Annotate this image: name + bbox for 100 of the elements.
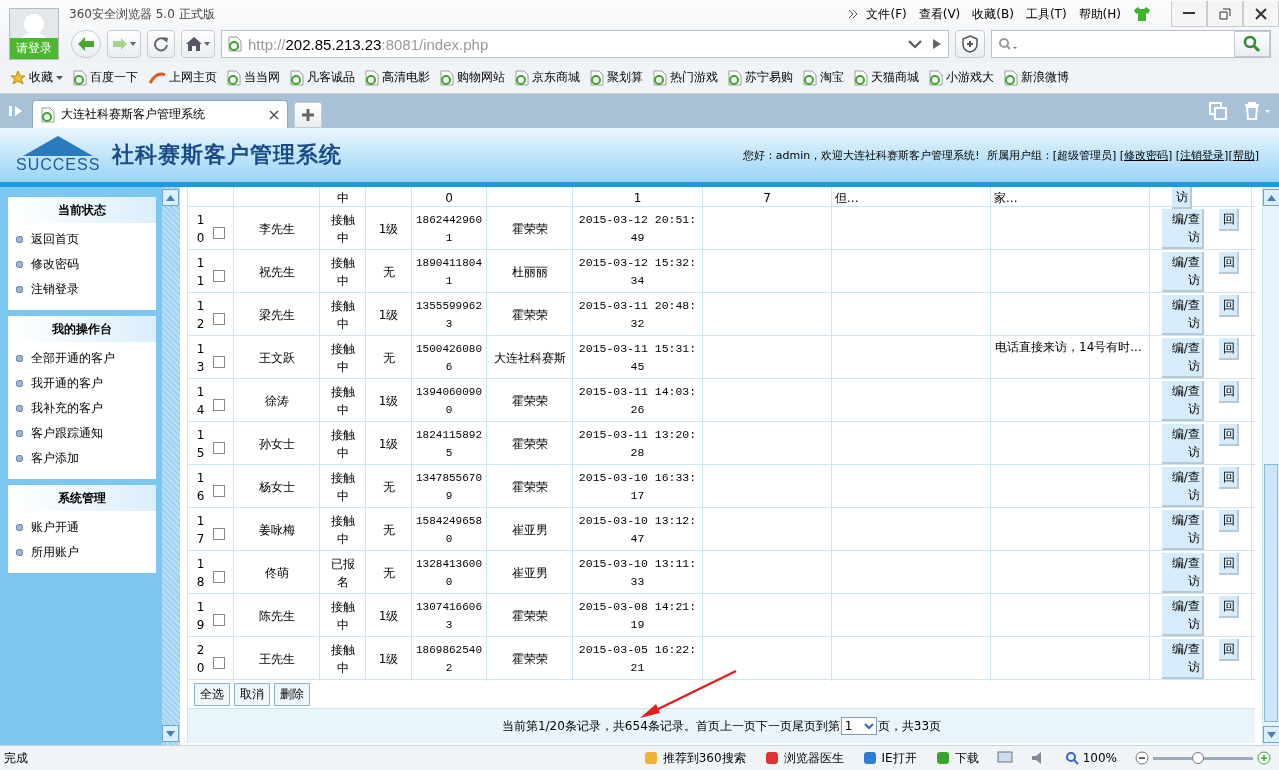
bookmark-link[interactable]: 新浪微博 (1004, 69, 1069, 86)
visit-button[interactable]: 回 (1219, 209, 1240, 231)
scroll-up-icon[interactable] (166, 194, 175, 201)
shield-button[interactable] (955, 30, 985, 58)
menu-item[interactable]: 收藏(B) (972, 5, 1014, 23)
visit-button[interactable]: 回 (1219, 381, 1240, 403)
edit-view-button[interactable]: 编/查访 (1161, 510, 1204, 550)
scroll-down-button[interactable] (162, 725, 179, 742)
bookmark-link[interactable]: 当当网 (227, 69, 280, 86)
visit-button[interactable]: 回 (1219, 295, 1240, 317)
close-button[interactable] (1243, 1, 1279, 27)
bookmark-link[interactable]: 高清电影 (365, 69, 430, 86)
page-select[interactable]: 1 (840, 717, 877, 735)
scroll-up-button[interactable] (1262, 189, 1279, 206)
bookmark-link[interactable]: 天猫商城 (854, 69, 919, 86)
shirt-icon[interactable] (1133, 6, 1151, 22)
windows-icon[interactable] (1209, 102, 1227, 120)
sidebar-item[interactable]: 账户开通 (8, 515, 156, 540)
edit-view-button[interactable]: 编/查访 (1161, 338, 1204, 378)
screen-icon[interactable] (996, 751, 1013, 765)
sidebar-item[interactable]: 客户添加 (8, 446, 156, 471)
row-checkbox[interactable] (212, 528, 225, 540)
sidebar-item[interactable]: 注销登录 (8, 277, 156, 302)
trash-icon[interactable] (1243, 102, 1271, 120)
header-link[interactable]: 帮助 (1232, 147, 1255, 163)
sidebar-item[interactable]: 所用账户 (8, 540, 156, 565)
status-button[interactable]: 下载 (934, 749, 979, 767)
bookmark-link[interactable]: 百度一下 (73, 69, 138, 86)
zoom-out-icon[interactable] (1135, 751, 1149, 765)
edit-view-button[interactable]: 编/查访 (1161, 424, 1204, 464)
scroll-thumb[interactable] (1264, 464, 1278, 722)
edit-view-button[interactable]: 编/查访 (1161, 467, 1204, 507)
edit-view-button[interactable]: 编/查访 (1161, 381, 1204, 421)
status-button[interactable]: 推荐到360搜索 (642, 749, 746, 767)
visit-button[interactable]: 回 (1219, 338, 1240, 360)
visit-button[interactable]: 回 (1219, 467, 1240, 489)
row-checkbox[interactable] (212, 227, 225, 239)
row-checkbox[interactable] (212, 571, 225, 583)
bookmark-link[interactable]: 上网主页 (148, 69, 217, 86)
edit-view-button[interactable]: 编/查访 (1161, 209, 1204, 249)
close-icon[interactable] (269, 109, 279, 120)
bookmark-link[interactable]: 聚划算 (590, 69, 643, 86)
menu-item[interactable]: 查看(V) (918, 5, 961, 23)
menu-item[interactable]: 帮助(H) (1078, 5, 1121, 23)
scroll-up-button[interactable] (162, 189, 179, 206)
refresh-button[interactable] (147, 30, 175, 58)
zoom-button[interactable]: 100% (1064, 751, 1117, 765)
row-checkbox[interactable] (212, 399, 225, 411)
bookmark-link[interactable]: 收藏 (10, 69, 63, 86)
visit-button[interactable]: 回 (1219, 596, 1240, 618)
edit-view-button[interactable]: 编/查访 (1161, 295, 1204, 335)
edit-view-button[interactable]: 编/查访 (1161, 252, 1204, 292)
status-button[interactable]: IE打开 (861, 749, 917, 767)
address-field[interactable]: http://202.85.213.23:8081/index.php (221, 30, 949, 58)
scroll-down-icon[interactable] (1266, 731, 1276, 738)
visit-button[interactable]: 回 (1219, 252, 1240, 274)
visit-button[interactable]: 回 (1219, 510, 1240, 532)
sidebar-item[interactable]: 全部开通的客户 (8, 346, 156, 371)
bookmark-link[interactable]: 小游戏大 (929, 69, 994, 86)
row-checkbox[interactable] (212, 313, 225, 325)
scroll-down-button[interactable] (1262, 726, 1279, 743)
sidebar-item[interactable]: 我补充的客户 (8, 396, 156, 421)
row-checkbox[interactable] (212, 442, 225, 454)
edit-view-button[interactable]: 编/查访 (1161, 639, 1204, 679)
menu-item[interactable]: 文件(F) (866, 5, 907, 23)
bookmark-link[interactable]: 苏宁易购 (728, 69, 793, 86)
visit-button[interactable]: 回 (1219, 553, 1240, 575)
bulk-button[interactable]: 取消 (234, 682, 270, 706)
menu-item[interactable]: 工具(T) (1025, 5, 1067, 23)
row-checkbox[interactable] (212, 485, 225, 497)
edit-view-button[interactable]: 编/查访 (1161, 596, 1204, 636)
visit-button[interactable]: 回 (1219, 639, 1240, 661)
bulk-button[interactable]: 全选 (194, 682, 230, 706)
browser-tab[interactable]: 大连社科赛斯客户管理系统 (32, 100, 288, 128)
scroll-down-icon[interactable] (166, 730, 175, 737)
visit-button[interactable]: 回 (1219, 424, 1240, 446)
back-button[interactable] (71, 30, 101, 58)
row-checkbox[interactable] (212, 657, 225, 669)
minimize-button[interactable] (1171, 1, 1207, 27)
header-link[interactable]: 修改密码 (1124, 147, 1168, 163)
bookmark-link[interactable]: 凡客诚品 (290, 69, 355, 86)
search-button[interactable] (1234, 31, 1270, 57)
sidebar-item[interactable]: 修改密码 (8, 252, 156, 277)
status-button[interactable]: 浏览器医生 (763, 749, 844, 767)
bookmark-link[interactable]: 热门游戏 (653, 69, 718, 86)
header-link[interactable]: 注销登录 (1180, 147, 1225, 163)
bookmark-link[interactable]: 淘宝 (803, 69, 844, 86)
sidebar-item[interactable]: 我开通的客户 (8, 371, 156, 396)
row-checkbox[interactable] (212, 270, 225, 282)
search-field[interactable] (991, 30, 1271, 58)
visit-button[interactable]: 访 (1172, 187, 1192, 209)
new-tab-button[interactable] (294, 102, 322, 128)
zoom-in-icon[interactable] (1257, 751, 1271, 765)
bookmark-link[interactable]: 京东商城 (515, 69, 580, 86)
row-checkbox[interactable] (212, 614, 225, 626)
bookmark-link[interactable]: 购物网站 (440, 69, 505, 86)
sidebar-item[interactable]: 客户跟踪通知 (8, 421, 156, 446)
sidebar-item[interactable]: 返回首页 (8, 227, 156, 252)
scroll-up-icon[interactable] (1266, 194, 1276, 201)
row-checkbox[interactable] (212, 356, 225, 368)
